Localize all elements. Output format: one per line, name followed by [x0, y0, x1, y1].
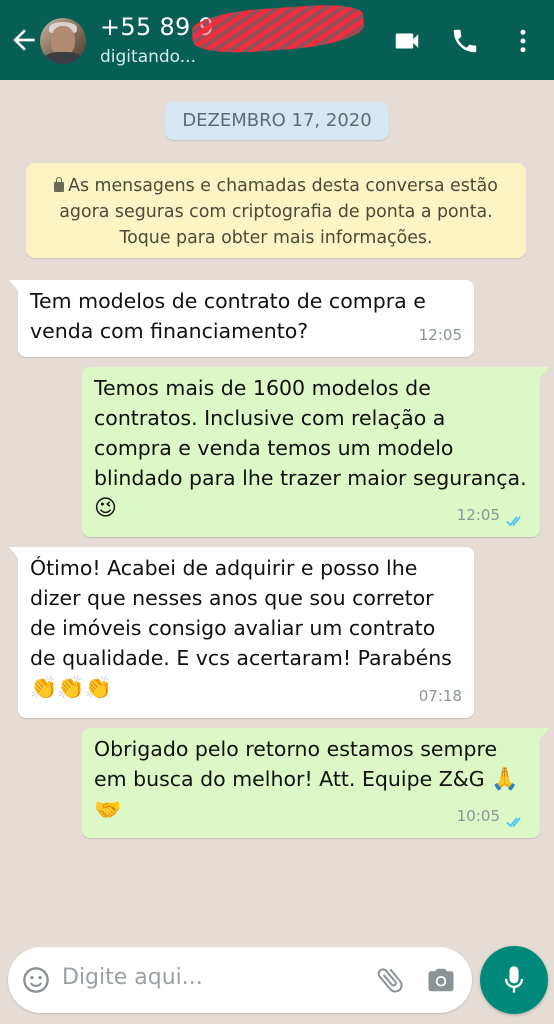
redaction-scribble — [190, 2, 366, 56]
date-chip: DEZEMBRO 17, 2020 — [165, 102, 389, 140]
message-time: 12:05 — [456, 506, 500, 524]
mic-icon — [504, 966, 524, 993]
encryption-notice-text: As mensagens e chamadas desta conversa e… — [59, 176, 498, 248]
message-time: 07:18 — [418, 687, 462, 705]
mic-button[interactable] — [480, 946, 548, 1014]
emoji-icon[interactable] — [22, 966, 50, 994]
video-call-icon[interactable] — [392, 26, 422, 56]
message-text: Temos mais de 1600 modelos de contratos.… — [94, 376, 527, 490]
message-text: Obrigado pelo retorno estamos sempre em … — [94, 737, 498, 791]
avatar[interactable] — [40, 18, 86, 64]
phone-icon[interactable] — [450, 26, 480, 56]
message-bubble-incoming[interactable]: Ótimo! Acabei de adquirir e posso lhe di… — [9, 547, 474, 718]
lock-icon — [54, 177, 65, 192]
back-arrow-icon[interactable] — [8, 24, 40, 56]
message-text: Tem modelos de contrato de compra e vend… — [30, 289, 426, 343]
read-receipt-icon — [506, 817, 521, 828]
message-bubble-outgoing[interactable]: Obrigado pelo retorno estamos sempre em … — [82, 728, 549, 838]
message-text: Ótimo! Acabei de adquirir e posso lhe di… — [30, 556, 452, 670]
message-bubble-incoming[interactable]: Tem modelos de contrato de compra e vend… — [9, 280, 474, 357]
contact-status: digitando... — [100, 47, 196, 67]
message-time: 12:05 — [418, 326, 462, 344]
message-bubble-outgoing[interactable]: Temos mais de 1600 modelos de contratos.… — [82, 367, 549, 537]
chat-header: +55 89 9 digitando... — [0, 0, 554, 80]
message-time: 10:05 — [456, 807, 500, 825]
read-receipt-icon — [506, 516, 521, 527]
camera-icon[interactable] — [426, 965, 456, 995]
wink-emoji: 😉 — [94, 496, 117, 521]
message-input-placeholder[interactable]: Digite aqui... — [62, 965, 203, 990]
clapping-hands-emoji: 👏👏👏 — [30, 676, 113, 701]
more-vert-icon[interactable] — [508, 26, 538, 56]
message-composer[interactable]: Digite aqui... — [8, 947, 472, 1013]
attach-icon[interactable] — [374, 964, 406, 996]
encryption-notice[interactable]: As mensagens e chamadas desta conversa e… — [26, 163, 526, 258]
